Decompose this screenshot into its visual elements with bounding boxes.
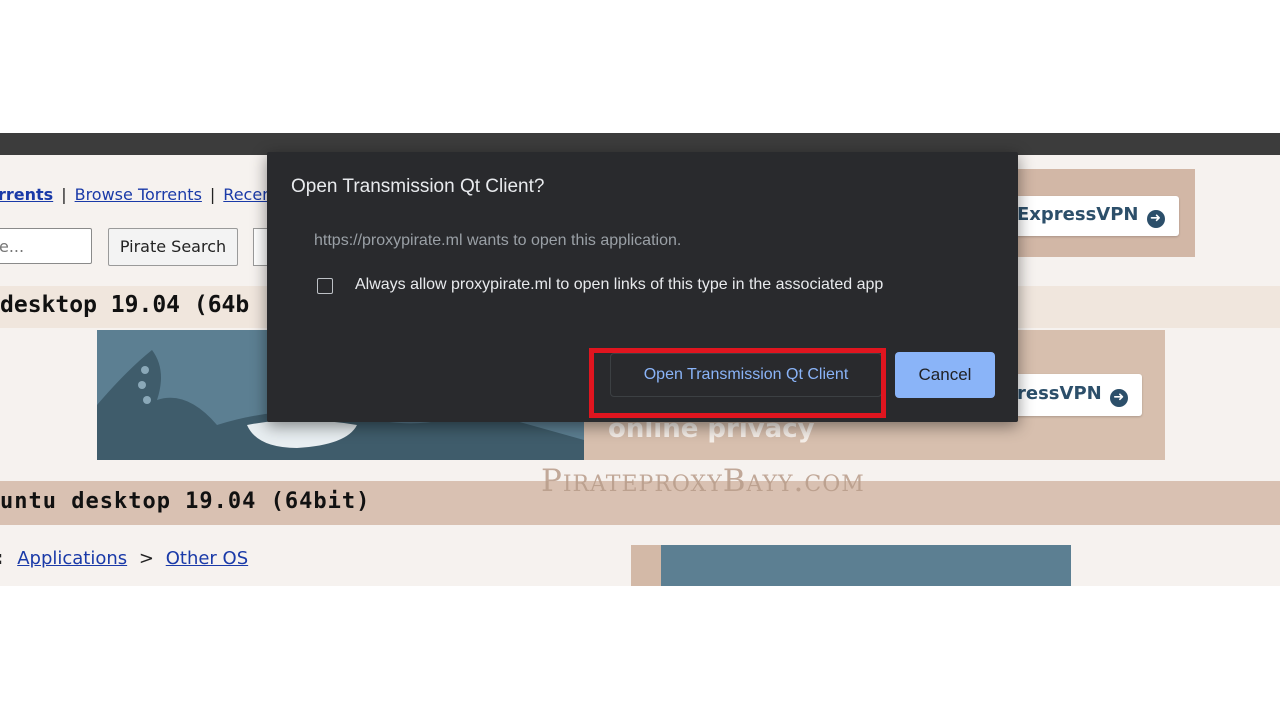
expressvpn-button-label: ExpressVPN bbox=[1017, 204, 1139, 225]
cancel-button[interactable]: Cancel bbox=[895, 352, 995, 398]
pirate-search-button[interactable]: Pirate Search bbox=[108, 228, 238, 266]
nav-separator: | bbox=[61, 185, 67, 204]
top-nav: rrents | Browse Torrents | Recen bbox=[0, 185, 272, 204]
breadcrumb-other-os-link[interactable]: Other OS bbox=[166, 548, 248, 569]
dialog-message: https://proxypirate.ml wants to open thi… bbox=[314, 232, 682, 249]
arrow-right-circle-icon: ➜ bbox=[1109, 389, 1128, 407]
open-app-dialog: Open Transmission Qt Client? https://pro… bbox=[267, 152, 1018, 422]
always-allow-label[interactable]: Always allow proxypirate.ml to open link… bbox=[355, 276, 883, 294]
arrow-right-circle-icon: ➜ bbox=[1146, 210, 1165, 228]
open-transmission-button[interactable]: Open Transmission Qt Client bbox=[610, 353, 882, 397]
torrent-title: desktop 19.04 (64b bbox=[0, 292, 250, 318]
nav-recent-link[interactable]: Recen bbox=[223, 185, 272, 204]
always-allow-checkbox[interactable] bbox=[317, 278, 333, 294]
search-input[interactable]: e... bbox=[0, 228, 92, 264]
nav-browse-link[interactable]: Browse Torrents bbox=[75, 185, 202, 204]
breadcrumb-colon: : bbox=[0, 548, 3, 569]
watermark: PirateproxyBayy.com bbox=[541, 463, 865, 499]
dialog-title: Open Transmission Qt Client? bbox=[291, 176, 545, 197]
breadcrumb-applications-link[interactable]: Applications bbox=[17, 548, 127, 569]
breadcrumb: : Applications > Other OS bbox=[0, 548, 248, 569]
expressvpn-banner-button[interactable]: ressVPN ➜ bbox=[1003, 374, 1142, 416]
side-ad[interactable] bbox=[631, 545, 1071, 586]
page-bottom-blank bbox=[0, 586, 1280, 720]
side-ad-image bbox=[661, 545, 1071, 586]
expressvpn-button[interactable]: ExpressVPN ➜ bbox=[1007, 196, 1179, 236]
nav-separator: | bbox=[209, 185, 216, 204]
torrent-detail-title: untu desktop 19.04 (64bit) bbox=[0, 489, 371, 514]
nav-torrents-link[interactable]: rrents bbox=[0, 185, 53, 204]
expressvpn-banner-button-label: ressVPN bbox=[1017, 383, 1102, 404]
breadcrumb-separator: > bbox=[138, 548, 154, 569]
